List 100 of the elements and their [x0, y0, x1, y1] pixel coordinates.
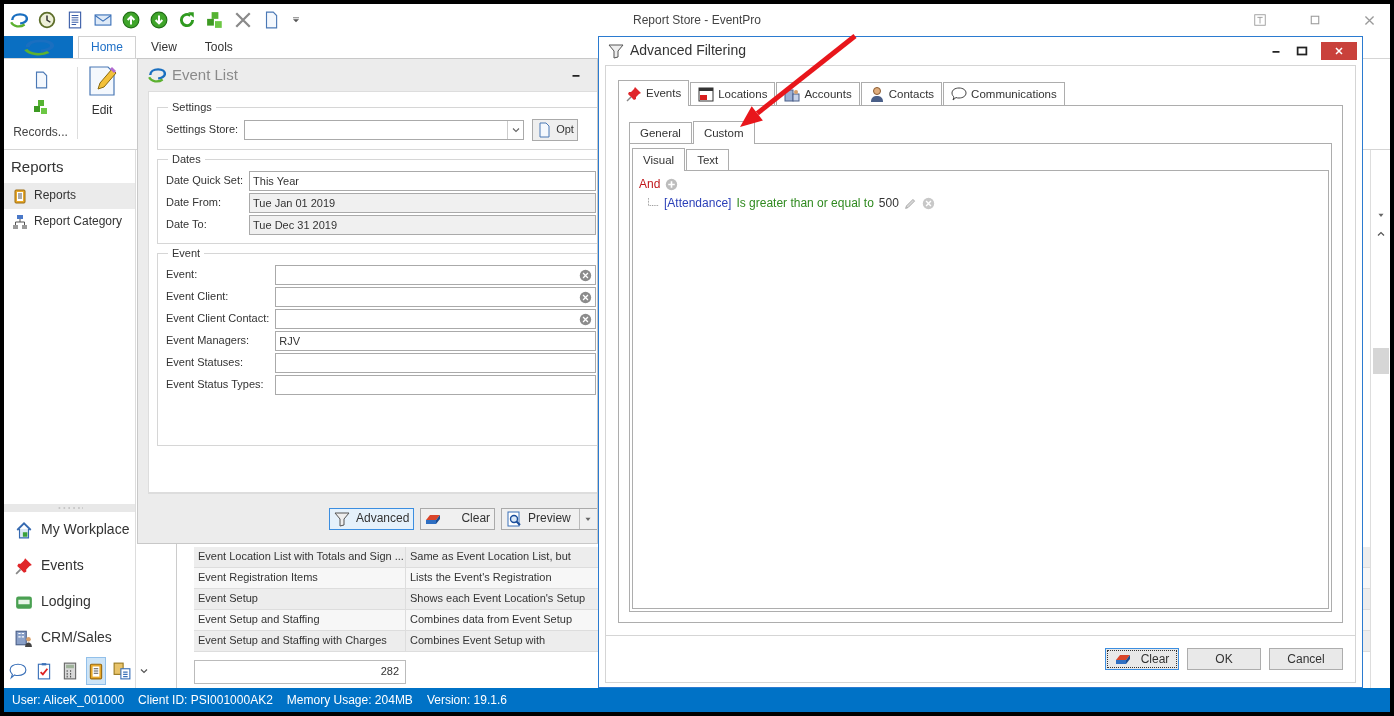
calendar-icon	[698, 86, 715, 102]
tab[interactable]: Custom	[692, 121, 755, 144]
document-icon[interactable]	[66, 11, 84, 29]
close-button[interactable]	[1321, 42, 1357, 60]
tab[interactable]: Events	[618, 80, 690, 106]
close-icon[interactable]	[1363, 13, 1376, 27]
ribbon-tab[interactable]: Tools	[191, 36, 246, 58]
hierarchy-icon	[12, 213, 28, 230]
input-field[interactable]	[275, 265, 596, 285]
status-text: Client ID: PSI001000AK2	[138, 692, 273, 708]
dropdown-field[interactable]	[244, 120, 525, 140]
input-field[interactable]	[275, 353, 596, 373]
tab[interactable]: General	[629, 122, 692, 143]
field-label: Date To:	[166, 218, 208, 232]
clear-icon[interactable]	[579, 268, 592, 282]
input-field[interactable]: RJV	[275, 331, 596, 351]
navigation-item[interactable]: Lodging	[4, 584, 135, 620]
field-name[interactable]: [Attendance]	[664, 196, 732, 211]
clock-icon[interactable]	[38, 11, 56, 29]
options-button[interactable]: Opt	[532, 119, 578, 141]
page-icon	[536, 122, 553, 138]
navigation-item[interactable]: CRM/Sales	[4, 620, 135, 656]
navigation-item[interactable]: Events	[4, 548, 135, 584]
speech-bubble-icon	[951, 86, 968, 102]
tab[interactable]: Communications	[943, 82, 1065, 105]
table-cell-text: Same as Event Location List, but	[409, 549, 572, 564]
field-label: Event:	[166, 268, 199, 282]
refresh-icon[interactable]	[178, 11, 196, 29]
table-cell-text: Lists the Event's Registration	[409, 570, 553, 585]
logo-icon	[23, 37, 54, 57]
page-pencil-icon	[86, 65, 118, 97]
tab[interactable]: Locations	[690, 82, 776, 105]
pushpin-icon	[626, 85, 642, 102]
magnifier-page-icon	[506, 510, 523, 527]
building-person-icon	[15, 629, 33, 647]
delete-icon[interactable]	[234, 11, 252, 29]
input-field[interactable]: Tue Jan 01 2019	[249, 193, 596, 213]
preview-button[interactable]: Preview	[501, 507, 597, 530]
speech-bubble-icon	[9, 662, 27, 680]
group-operator[interactable]: And	[639, 177, 661, 192]
envelope-icon[interactable]	[94, 11, 112, 29]
documents-icon	[113, 662, 131, 680]
shortcut-button[interactable]	[86, 657, 106, 685]
clear-icon[interactable]	[579, 312, 592, 326]
status-text: Memory Usage: 204MB	[286, 692, 413, 708]
table-cell-text: Shows each Event Location's Setup	[409, 591, 587, 606]
sidebar-item[interactable]: Report Category	[4, 208, 135, 235]
window-title: Report Store - EventPro	[632, 12, 762, 28]
operator-text[interactable]: Is greater than or equal to	[736, 196, 874, 211]
dialog-button[interactable]: OK	[1187, 648, 1261, 670]
tab[interactable]: Contacts	[860, 82, 943, 105]
sidebar-item[interactable]: Reports	[4, 182, 135, 209]
ribbon-tab[interactable]: Home	[78, 36, 136, 58]
edit-button[interactable]: Edit	[78, 59, 126, 119]
scrollbar-thumb[interactable]	[1372, 348, 1389, 374]
clipboard-icon	[87, 662, 105, 680]
field-label: Event Client:	[166, 290, 230, 304]
table-cell: Event Registration Items	[194, 568, 406, 588]
input-field[interactable]	[275, 375, 596, 395]
clear-button[interactable]: Clear	[420, 507, 496, 530]
cubes-icon[interactable]	[206, 11, 224, 29]
bed-icon	[15, 593, 33, 611]
dialog-button[interactable]: Cancel	[1269, 648, 1343, 670]
clear-button[interactable]: Clear	[1105, 648, 1179, 670]
application-menu-button[interactable]	[4, 36, 73, 58]
field-label: Date From:	[166, 196, 222, 210]
maximize-icon[interactable]	[1295, 44, 1309, 58]
cubes-icon[interactable]	[32, 99, 49, 115]
scrollbar[interactable]	[1370, 150, 1390, 688]
panel-header: Reports	[10, 157, 65, 177]
home-icon	[15, 521, 33, 539]
clipboard-icon	[12, 187, 28, 204]
input-field[interactable]: Tue Dec 31 2019	[249, 215, 596, 235]
advanced-button[interactable]: Advanced	[329, 507, 415, 530]
navigation-item[interactable]: My Workplace	[4, 512, 135, 548]
tab[interactable]: Accounts	[776, 82, 860, 105]
field-label: Settings Store:	[166, 123, 239, 137]
status-text: User: AliceK_001000	[12, 692, 125, 708]
field-label: Event Client Contact:	[166, 312, 270, 326]
input-field[interactable]	[275, 287, 596, 307]
group-label: Records...	[13, 125, 68, 140]
field-label: Event Statuses:	[166, 356, 245, 370]
tab[interactable]: Text	[686, 149, 730, 170]
ribbon-tab[interactable]: View	[138, 36, 190, 58]
table-cell-text: Combines Event Setup with	[409, 633, 547, 648]
logo-icon[interactable]	[10, 11, 28, 29]
tab[interactable]: Visual	[632, 148, 686, 171]
input-field[interactable]: This Year	[249, 171, 596, 191]
add-icon[interactable]	[665, 178, 679, 191]
section-title: Dates	[171, 154, 202, 165]
table-cell: Event Setup and Staffing with Charges	[194, 631, 406, 651]
status-text: Version: 19.1.6	[426, 692, 507, 708]
section-title: Event	[171, 248, 202, 259]
field-label: Event Status Types:	[166, 378, 265, 392]
funnel-icon	[608, 43, 624, 59]
clear-icon[interactable]	[579, 290, 592, 304]
panel-icon[interactable]	[1253, 13, 1267, 27]
input-field[interactable]	[275, 309, 596, 329]
count-cell: 282	[194, 660, 406, 684]
value-text[interactable]: 500	[878, 196, 899, 211]
